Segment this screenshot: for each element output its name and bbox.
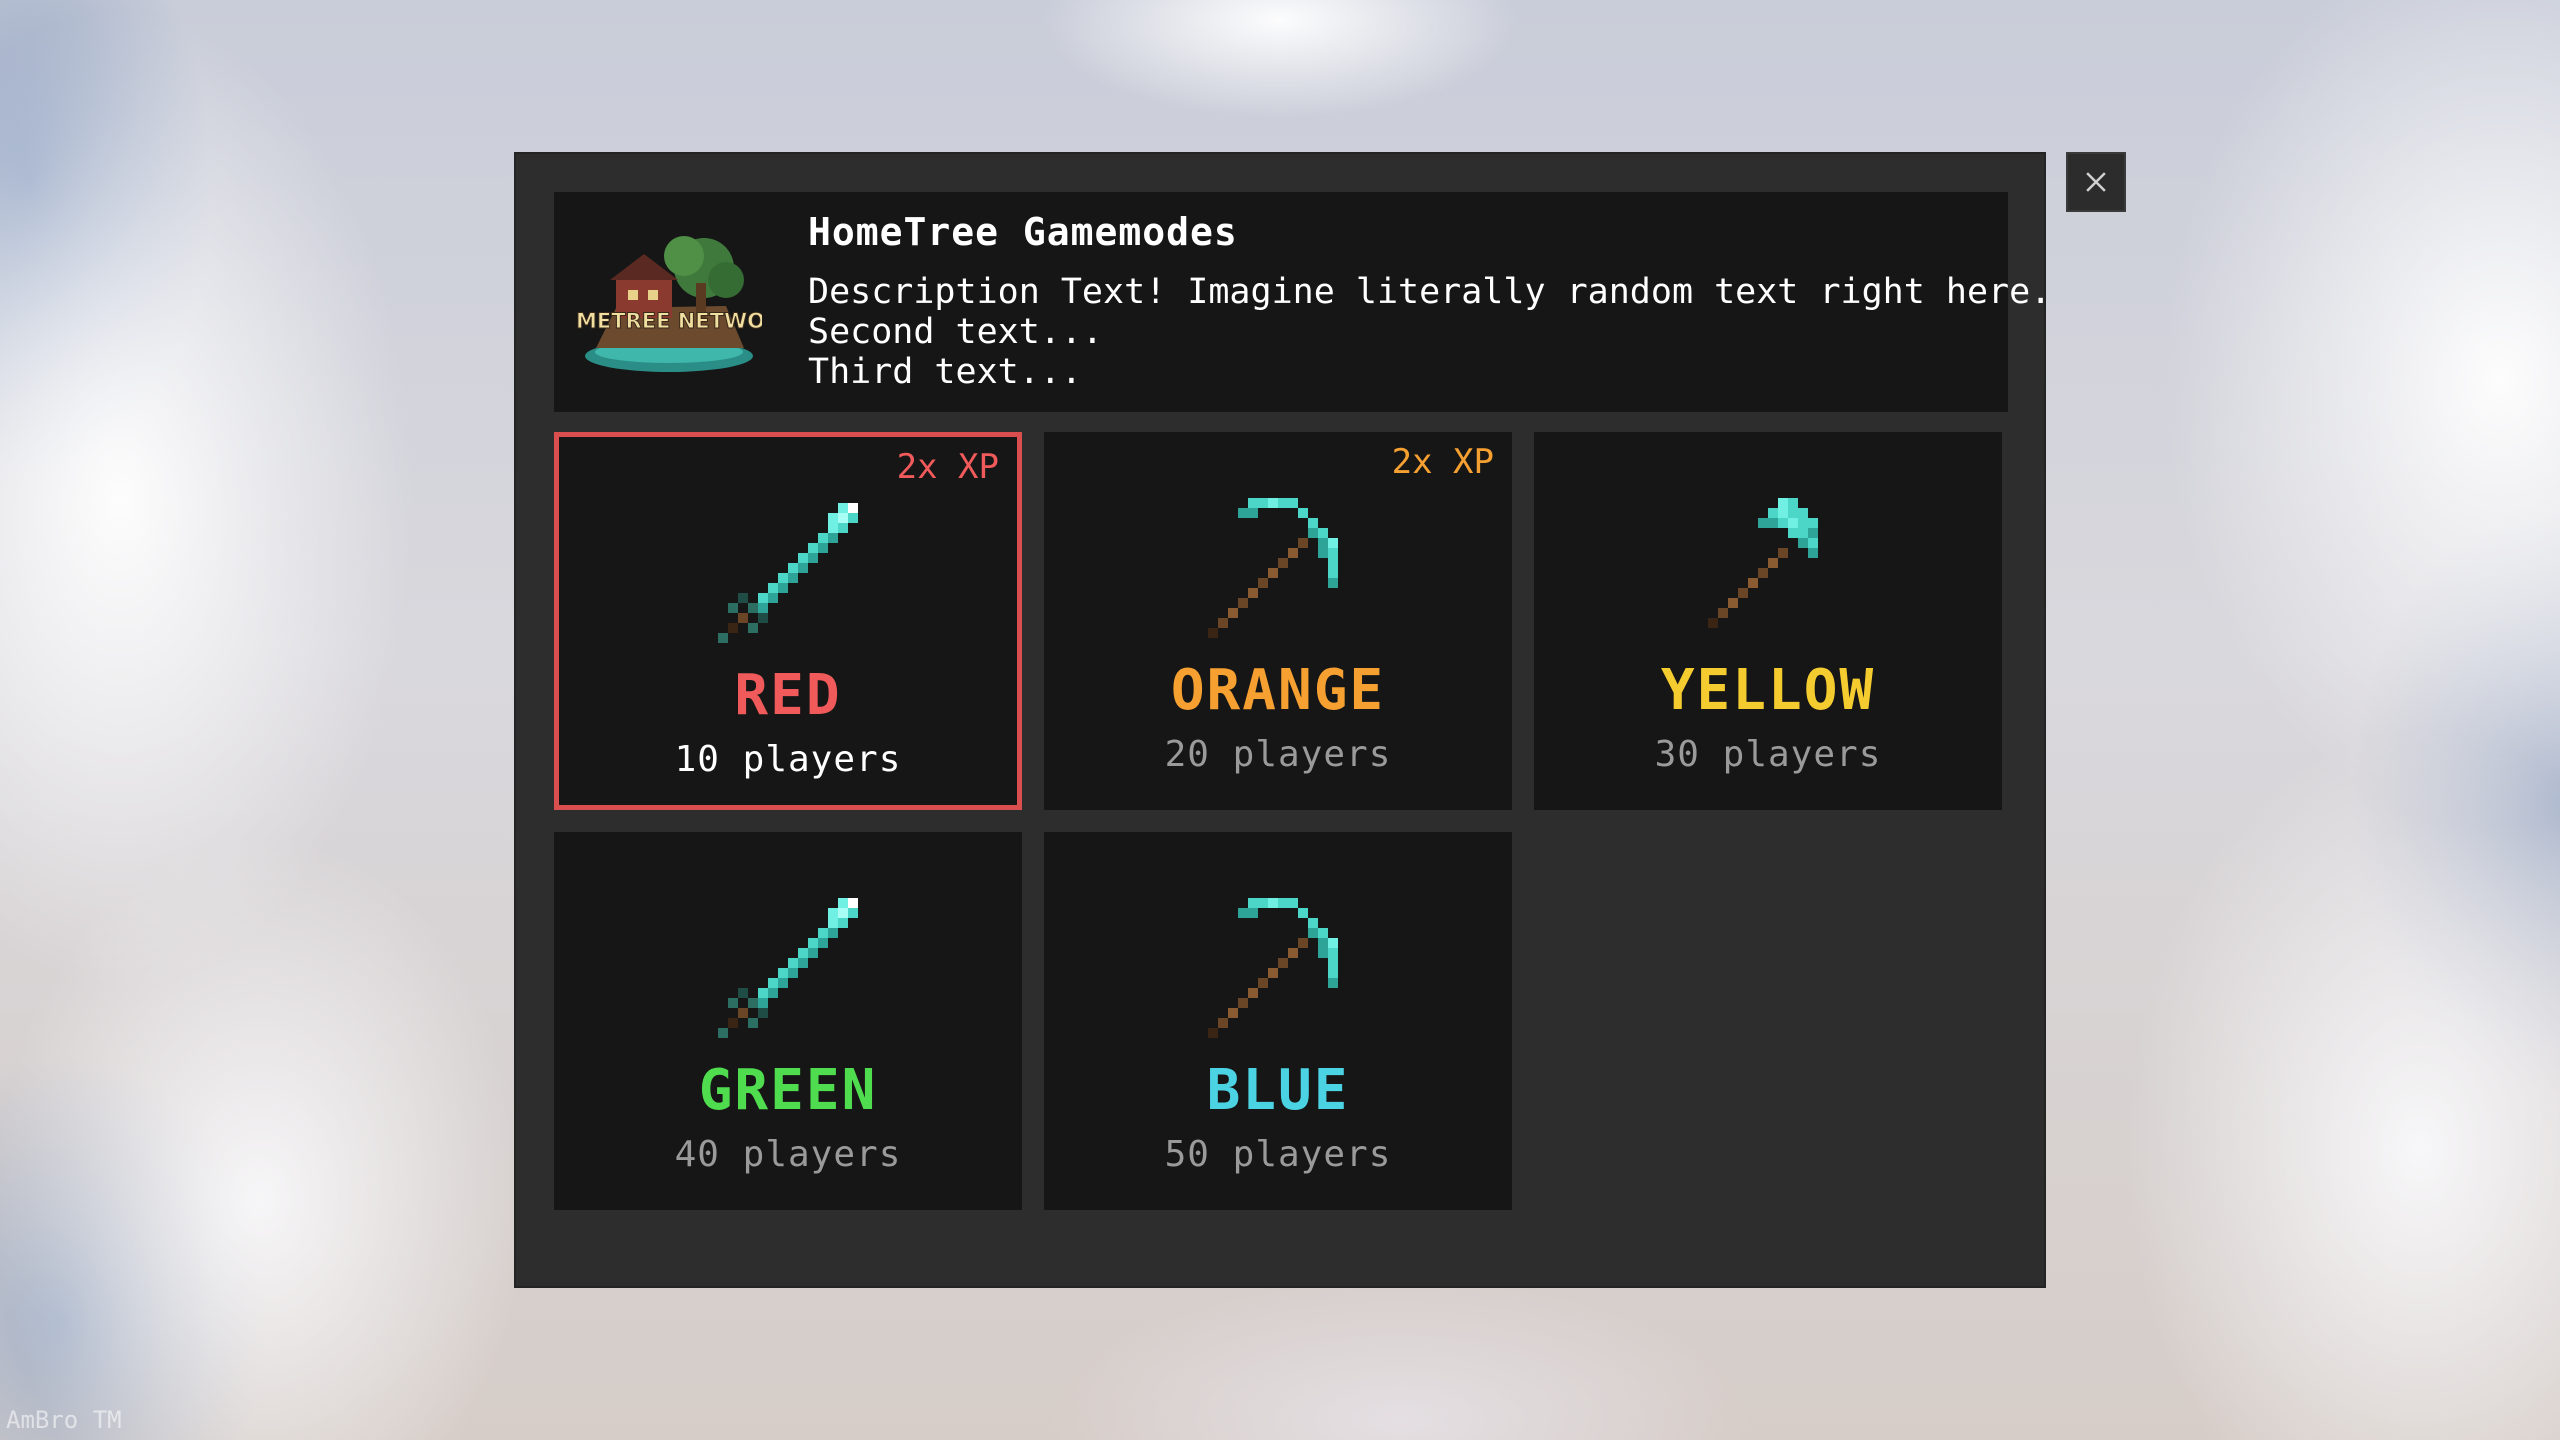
svg-text:HOMETREE NETWORK: HOMETREE NETWORK — [576, 309, 762, 333]
mode-name: ORANGE — [1170, 658, 1386, 723]
close-button[interactable] — [2066, 152, 2126, 212]
player-count: 10 players — [674, 739, 902, 780]
mode-card-blue[interactable]: BLUE 50 players — [1044, 832, 1512, 1210]
axe-icon — [1708, 498, 1818, 628]
description: Description Text! Imagine literally rand… — [808, 272, 2051, 392]
close-icon — [2086, 172, 2106, 192]
mode-card-yellow[interactable]: YELLOW 30 players — [1534, 432, 2002, 810]
mode-card-green[interactable]: GREEN 40 players — [554, 832, 1022, 1210]
page-title: HomeTree Gamemodes — [808, 210, 1238, 254]
sword-icon — [718, 898, 858, 1038]
sword-icon — [718, 503, 858, 643]
mode-name: RED — [734, 663, 842, 728]
player-count: 50 players — [1164, 1134, 1392, 1175]
mode-name: BLUE — [1206, 1058, 1350, 1123]
gamemode-panel: HOMETREE NETWORK HomeTree Gamemodes Desc… — [514, 152, 2051, 1288]
pickaxe-icon — [1208, 898, 1338, 1038]
watermark: AmBro TM — [6, 1406, 122, 1434]
player-count: 30 players — [1654, 734, 1882, 775]
xp-badge: 2x XP — [896, 447, 999, 487]
description-line: Description Text! Imagine literally rand… — [808, 272, 2052, 312]
mode-name: YELLOW — [1660, 658, 1876, 723]
player-count: 40 players — [674, 1134, 902, 1175]
pickaxe-icon — [1208, 498, 1338, 638]
header-banner: HOMETREE NETWORK HomeTree Gamemodes Desc… — [554, 192, 2051, 412]
xp-badge: 2x XP — [1391, 442, 1494, 482]
mode-card-orange[interactable]: 2x XP ORANGE 20 players — [1044, 432, 1512, 810]
player-count: 20 players — [1164, 734, 1392, 775]
mode-name: GREEN — [698, 1058, 878, 1123]
hometree-logo: HOMETREE NETWORK — [576, 236, 762, 372]
description-line: Second text... — [808, 312, 1104, 352]
mode-card-red[interactable]: 2x XP RED 10 players — [554, 432, 1022, 810]
description-line: Third text... — [808, 352, 1082, 392]
